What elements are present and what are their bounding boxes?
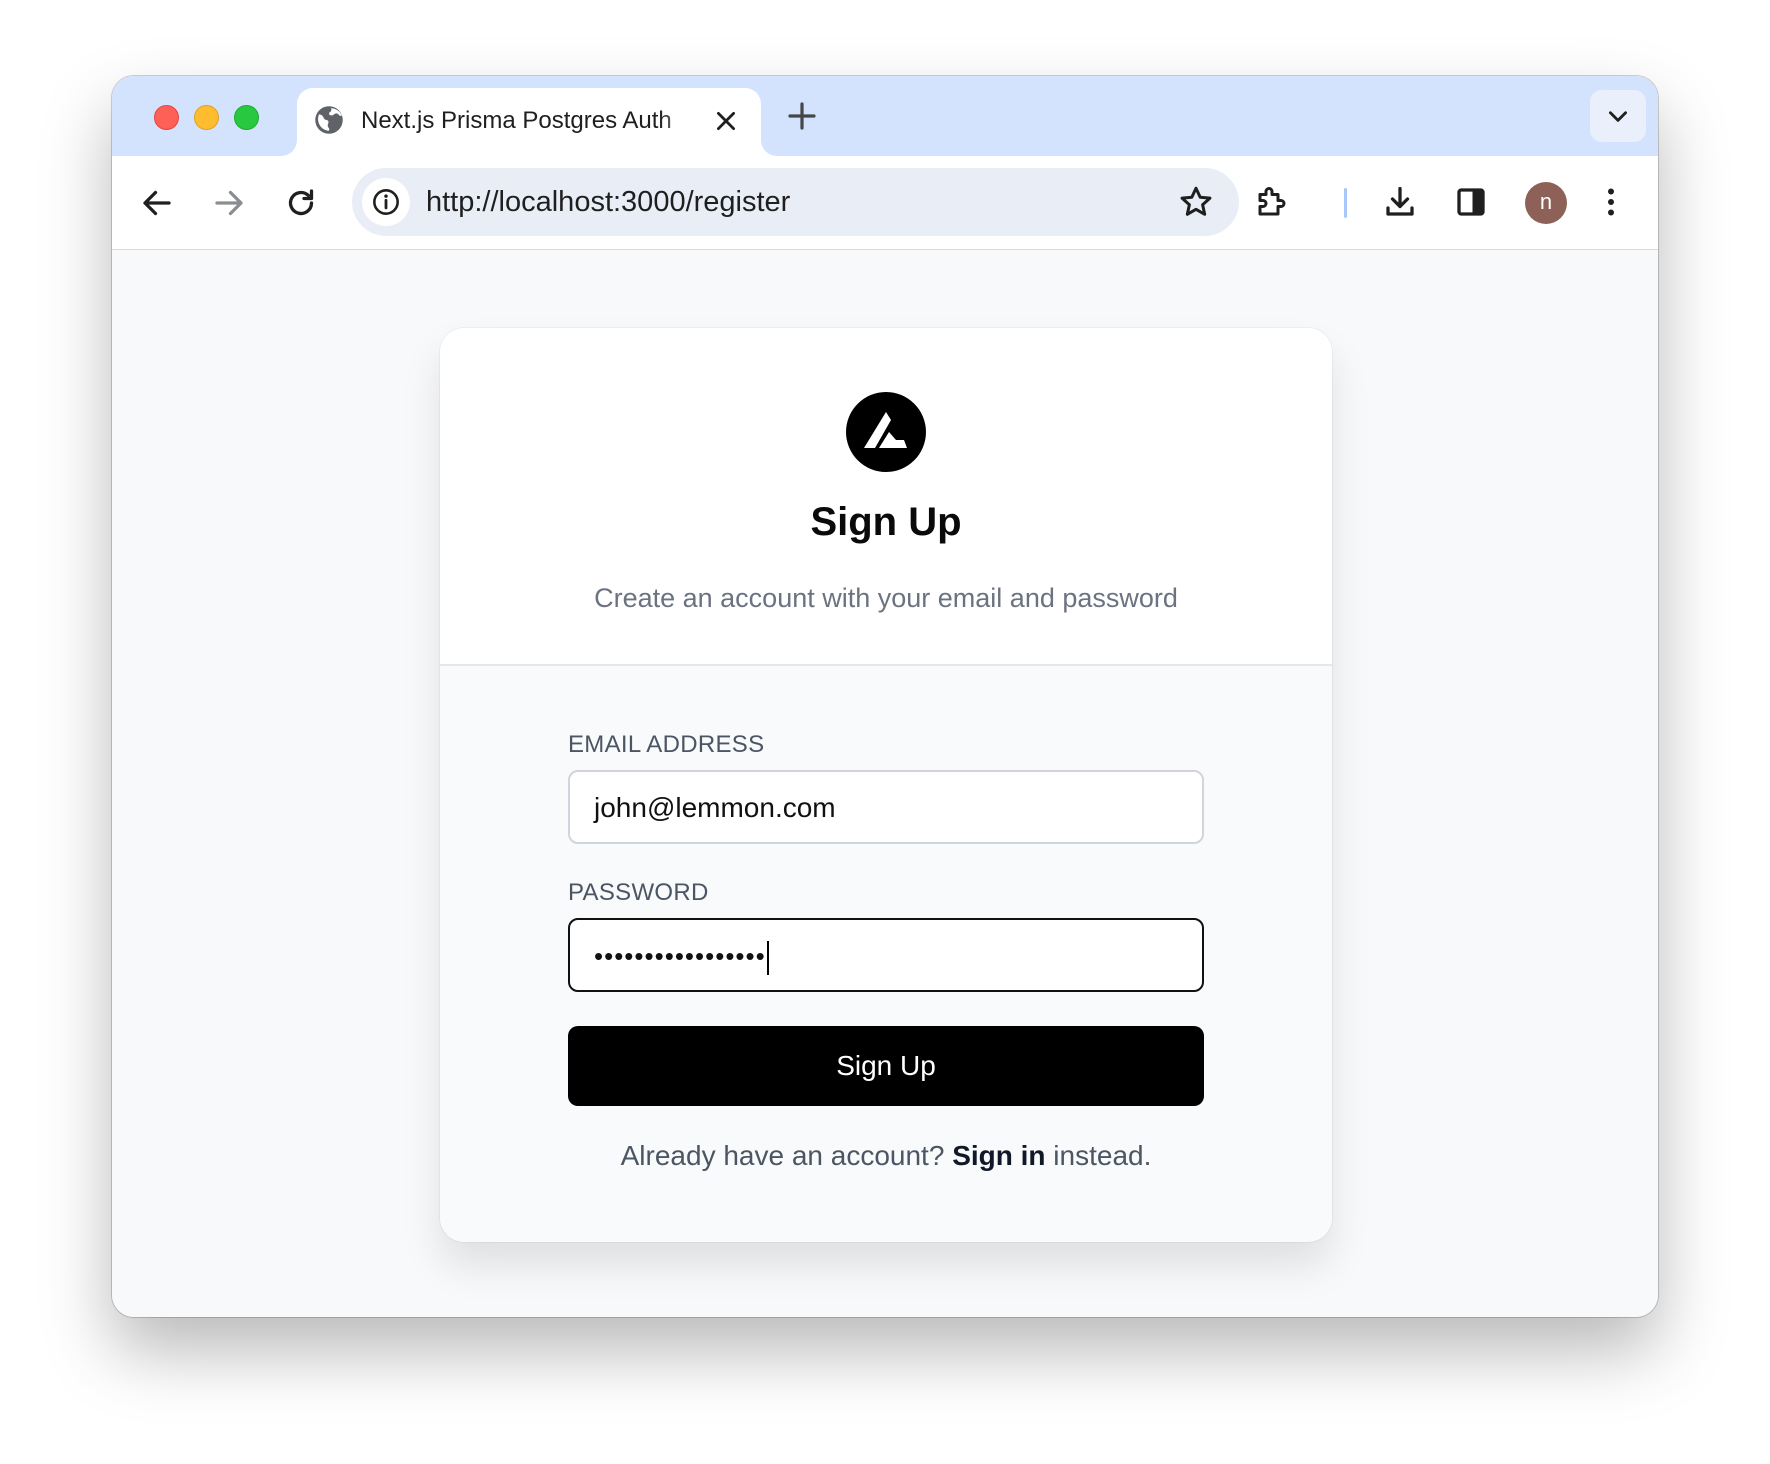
tab-title: Next.js Prisma Postgres Auth <box>361 107 672 134</box>
page-title: Sign Up <box>810 500 962 544</box>
kebab-menu-icon[interactable] <box>1593 184 1629 220</box>
plus-icon[interactable] <box>786 100 818 132</box>
info-icon <box>373 189 399 215</box>
card-header: Sign Up Create an account with your emai… <box>440 328 1332 666</box>
signin-prompt-suffix: instead. <box>1045 1140 1152 1171</box>
password-label: PASSWORD <box>568 879 709 906</box>
url-text[interactable]: http://localhost:3000/register <box>426 183 790 221</box>
password-value: ••••••••••••••••• <box>594 941 766 971</box>
address-bar[interactable]: http://localhost:3000/register <box>352 168 1239 236</box>
email-value: john@lemmon.com <box>594 792 836 823</box>
side-panel-icon[interactable] <box>1453 184 1489 220</box>
page-content: Sign Up Create an account with your emai… <box>112 250 1658 1317</box>
minimize-window-button[interactable] <box>194 105 219 130</box>
download-icon[interactable] <box>1382 184 1418 220</box>
signup-card: Sign Up Create an account with your emai… <box>440 328 1332 1242</box>
toolbar-divider <box>1344 188 1347 218</box>
toolbar: http://localhost:3000/register n <box>112 156 1658 250</box>
email-label: EMAIL ADDRESS <box>568 731 765 758</box>
email-field[interactable]: john@lemmon.com <box>568 770 1204 844</box>
tab-strip: Next.js Prisma Postgres Auth <box>112 76 1658 156</box>
puzzle-icon[interactable] <box>1254 184 1290 220</box>
signin-prompt: Already have an account? Sign in instead… <box>440 1138 1332 1174</box>
arrow-left-icon[interactable] <box>139 185 175 221</box>
star-icon[interactable] <box>1178 184 1214 220</box>
close-icon[interactable] <box>713 108 739 134</box>
browser-tab[interactable]: Next.js Prisma Postgres Auth <box>297 88 761 156</box>
reload-icon[interactable] <box>283 185 319 221</box>
avatar[interactable]: n <box>1525 182 1567 224</box>
text-caret <box>766 941 769 976</box>
page-subtitle: Create an account with your email and pa… <box>594 583 1178 613</box>
logo-icon <box>846 392 926 472</box>
site-info-button[interactable] <box>362 178 410 226</box>
arrow-right-icon[interactable] <box>211 185 247 221</box>
close-window-button[interactable] <box>154 105 179 130</box>
globe-icon <box>315 106 343 134</box>
signin-link[interactable]: Sign in <box>952 1140 1045 1171</box>
browser-window: Next.js Prisma Postgres Auth http://loca… <box>112 76 1658 1317</box>
password-field[interactable]: ••••••••••••••••• <box>568 918 1204 992</box>
maximize-window-button[interactable] <box>234 105 259 130</box>
chevron-down-icon <box>1609 111 1627 122</box>
signup-button[interactable]: Sign Up <box>568 1026 1204 1106</box>
tab-search-button[interactable] <box>1590 90 1646 142</box>
signin-prompt-prefix: Already have an account? <box>620 1140 953 1171</box>
